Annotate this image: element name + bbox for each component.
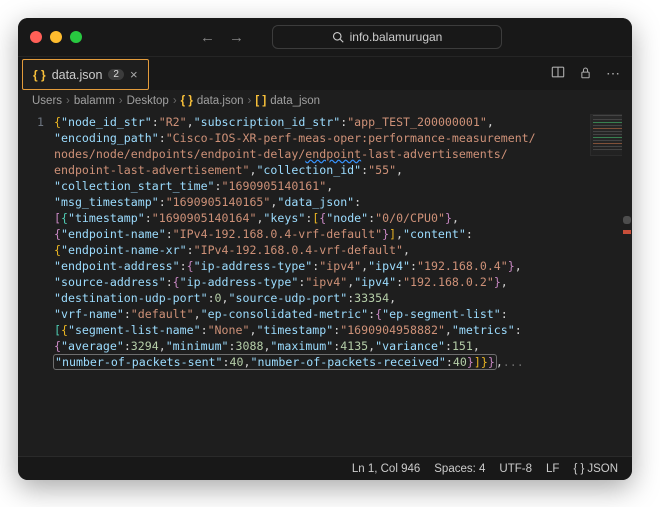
split-editor-icon[interactable] — [551, 65, 565, 82]
code-content[interactable]: {"node_id_str":"R2","subscription_id_str… — [54, 112, 632, 456]
status-bar: Ln 1, Col 946 Spaces: 4 UTF-8 LF { } JSO… — [18, 456, 632, 480]
status-eol[interactable]: LF — [546, 463, 559, 475]
line-number: 1 — [18, 114, 44, 130]
more-actions-icon[interactable]: ⋯ — [606, 65, 620, 82]
json-lang-icon: { } — [573, 463, 584, 475]
crumb-segment[interactable]: Desktop — [127, 95, 169, 107]
status-language-label: JSON — [587, 463, 618, 475]
chevron-right-icon: › — [119, 95, 123, 107]
json-file-icon: { } — [33, 68, 46, 82]
tab-label: data.json — [52, 68, 103, 82]
array-symbol-icon: [ ] — [255, 95, 266, 107]
chevron-right-icon: › — [173, 95, 177, 107]
crumb-segment[interactable]: balamm — [74, 95, 115, 107]
json-file-icon: { } — [181, 95, 193, 107]
status-indent[interactable]: Spaces: 4 — [434, 463, 485, 475]
close-window-button[interactable] — [30, 31, 42, 43]
search-text: info.balamurugan — [350, 30, 443, 44]
tab-data-json[interactable]: { } data.json 2 × — [22, 59, 149, 90]
title-bar: ← → info.balamurugan — [18, 18, 632, 56]
nav-back-button[interactable]: ← — [200, 29, 215, 46]
breadcrumb[interactable]: Users › balamm › Desktop › { } data.json… — [18, 90, 632, 112]
tab-close-button[interactable]: × — [130, 67, 138, 82]
maximize-window-button[interactable] — [70, 31, 82, 43]
crumb-symbol[interactable]: data_json — [270, 95, 320, 107]
line-gutter: 1 — [18, 112, 54, 456]
editor-actions: ⋯ — [551, 57, 632, 90]
scrollbar-thumb[interactable] — [623, 216, 631, 224]
crumb-segment[interactable]: Users — [32, 95, 62, 107]
tab-bar: { } data.json 2 × ⋯ — [18, 56, 632, 90]
lock-icon[interactable] — [579, 66, 592, 82]
minimize-window-button[interactable] — [50, 31, 62, 43]
editor-area[interactable]: 1 {"node_id_str":"R2","subscription_id_s… — [18, 112, 632, 456]
status-ln-col[interactable]: Ln 1, Col 946 — [352, 463, 420, 475]
chevron-right-icon: › — [248, 95, 252, 107]
crumb-file[interactable]: data.json — [197, 95, 244, 107]
search-icon — [332, 31, 344, 43]
editor-window: ← → info.balamurugan { } data.json 2 × ⋯… — [18, 18, 632, 480]
status-encoding[interactable]: UTF-8 — [499, 463, 532, 475]
nav-forward-button[interactable]: → — [229, 29, 244, 46]
vertical-scrollbar[interactable] — [622, 112, 632, 456]
nav-arrows: ← → — [200, 29, 244, 46]
command-center-search[interactable]: info.balamurugan — [272, 25, 502, 49]
chevron-right-icon: › — [66, 95, 70, 107]
window-controls — [30, 31, 82, 43]
error-marker[interactable] — [623, 230, 631, 234]
status-language[interactable]: { } JSON — [573, 463, 618, 475]
tab-problems-badge: 2 — [108, 69, 124, 80]
